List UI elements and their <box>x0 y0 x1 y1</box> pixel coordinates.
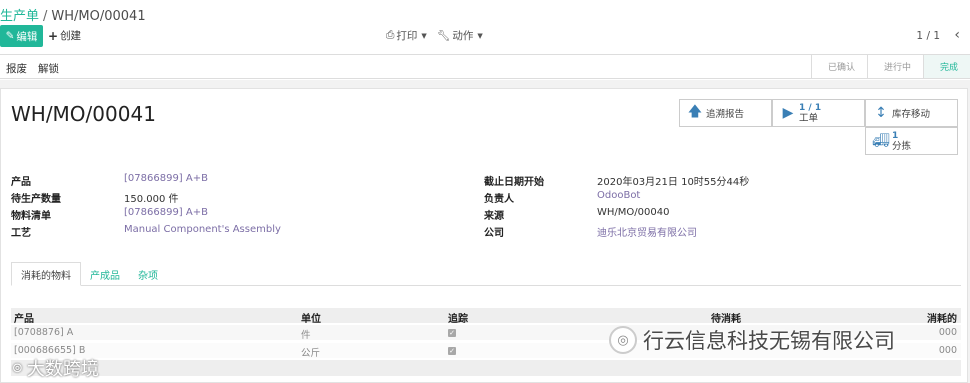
trace-report-label: 追溯报告 <box>706 109 745 120</box>
field-value-responsible[interactable]: OdooBot <box>597 190 640 201</box>
field-label-bom: 物料清单 <box>11 211 51 222</box>
row-consumed: 000 <box>938 345 957 356</box>
row-product: [0708876] A <box>14 327 74 338</box>
tab-finished-products[interactable]: 产成品 <box>81 262 129 286</box>
chevron-left-icon[interactable]: ‹ <box>954 27 960 43</box>
breadcrumb-parent-link[interactable]: 生产单 <box>0 9 39 24</box>
pager-value[interactable]: 1 / 1 <box>916 30 940 42</box>
row-consumed: 000 <box>938 327 957 338</box>
print-dropdown[interactable]: ⎙ 打印 ▼ <box>386 28 427 43</box>
field-label-source: 来源 <box>484 211 504 222</box>
column-header-product[interactable]: 产品 <box>14 310 34 325</box>
stock-moves-button[interactable]: ↕ 库存移动 <box>865 99 958 127</box>
wechat-logo-icon: ◎ <box>609 326 637 354</box>
workorders-label: 工单 <box>799 112 819 124</box>
arrows-vertical-icon: ↕ <box>875 105 887 121</box>
checkbox-tracked: ✓ <box>448 345 456 356</box>
row-unit: 公斤 <box>301 348 321 359</box>
table-footer <box>11 360 961 376</box>
field-value-source: WH/MO/00040 <box>597 207 670 218</box>
watermark-brand: ⊚ 大数跨境 <box>12 355 99 381</box>
create-button[interactable]: + 创建 <box>48 28 81 43</box>
create-button-label: 创建 <box>60 30 82 42</box>
breadcrumb: 生产单 / WH/MO/00041 <box>0 5 146 24</box>
caret-down-icon: ▼ <box>477 31 483 40</box>
field-label-product: 产品 <box>11 177 31 188</box>
table-header: 产品 单位 追踪 待消耗 消耗的 <box>11 308 961 325</box>
status-bar: 报废 解锁 已确认 进行中 完成 <box>0 54 970 79</box>
breadcrumb-current: WH/MO/00041 <box>51 9 146 24</box>
watermark-brand-text: 大数跨境 <box>26 359 99 380</box>
play-circle-icon: ▶︎ <box>782 105 794 121</box>
arrow-up-icon: 🡅 <box>687 104 703 120</box>
pencil-icon: ✎ <box>5 30 15 42</box>
field-value-product[interactable]: [07866899] A+B <box>124 173 208 184</box>
watermark-company-text: 行云信息科技无锡有限公司 <box>643 329 895 353</box>
control-panel: 生产单 / WH/MO/00041 ✎ 编辑 + 创建 ⎙ 打印 ▼ 🔧︎ 动作 ▼… <box>0 0 970 54</box>
watermark-company: ◎ 行云信息科技无锡有限公司 <box>609 325 895 355</box>
stage-in-progress[interactable]: 进行中 <box>866 55 923 78</box>
field-label-responsible: 负责人 <box>484 194 514 205</box>
checkbox-tracked: ✓ <box>448 327 456 338</box>
print-dropdown-label: 打印 <box>396 30 418 42</box>
picking-button[interactable]: 🚚︎ 1 分拣 <box>865 127 958 155</box>
field-label-company: 公司 <box>484 228 504 239</box>
stock-moves-label: 库存移动 <box>892 109 931 120</box>
workorders-count: 1 / 1 <box>799 102 822 113</box>
scrap-button[interactable]: 报废 <box>6 61 27 76</box>
printer-icon: ⎙ <box>386 29 395 41</box>
stage-done[interactable]: 完成 <box>922 55 970 78</box>
check-icon: ✓ <box>448 329 456 337</box>
field-value-company[interactable]: 迪乐北京贸易有限公司 <box>597 224 697 239</box>
notebook-tabs: 消耗的物料 产成品 杂项 <box>11 262 167 286</box>
workorders-button[interactable]: ▶︎ 1 / 1 工单 <box>772 99 865 127</box>
action-dropdown-label: 动作 <box>452 30 474 42</box>
stage-pipeline: 已确认 进行中 完成 <box>810 55 970 78</box>
field-value-date-start: 2020年03月21日 10时55分44秒 <box>597 177 750 188</box>
edit-button-label: 编辑 <box>16 30 38 43</box>
field-label-date-start: 截止日期开始 <box>484 177 544 188</box>
brand-logo-icon: ⊚ <box>12 360 23 376</box>
tab-raw-materials[interactable]: 消耗的物料 <box>11 262 81 286</box>
stage-confirmed[interactable]: 已确认 <box>810 55 867 78</box>
edit-button[interactable]: ✎ 编辑 <box>0 25 43 47</box>
field-value-routing[interactable]: Manual Component's Assembly <box>124 224 281 235</box>
row-unit: 件 <box>301 330 311 341</box>
trace-report-button[interactable]: 🡅 追溯报告 <box>679 99 772 127</box>
tab-misc[interactable]: 杂项 <box>129 262 167 286</box>
check-icon: ✓ <box>448 347 456 355</box>
column-header-tracking[interactable]: 追踪 <box>448 310 468 325</box>
unlock-button[interactable]: 解锁 <box>38 61 59 76</box>
record-title: WH/MO/00041 <box>11 102 156 126</box>
field-label-routing: 工艺 <box>11 228 31 239</box>
action-dropdown[interactable]: 🔧︎ 动作 ▼ <box>437 28 483 43</box>
caret-down-icon: ▼ <box>421 31 427 40</box>
column-header-to-consume[interactable]: 待消耗 <box>711 310 741 325</box>
field-label-qty: 待生产数量 <box>11 194 61 205</box>
column-header-consumed[interactable]: 消耗的 <box>927 310 957 325</box>
picking-label: 分拣 <box>892 140 912 152</box>
plus-icon: + <box>48 28 59 43</box>
column-header-unit[interactable]: 单位 <box>301 310 321 325</box>
picking-count: 1 <box>892 130 899 141</box>
wrench-icon: 🔧︎ <box>437 30 451 42</box>
breadcrumb-separator: / <box>43 9 48 24</box>
field-value-qty: 150.000 件 <box>124 194 179 205</box>
truck-icon: 🚚︎ <box>872 133 890 149</box>
field-value-bom[interactable]: [07866899] A+B <box>124 207 208 218</box>
